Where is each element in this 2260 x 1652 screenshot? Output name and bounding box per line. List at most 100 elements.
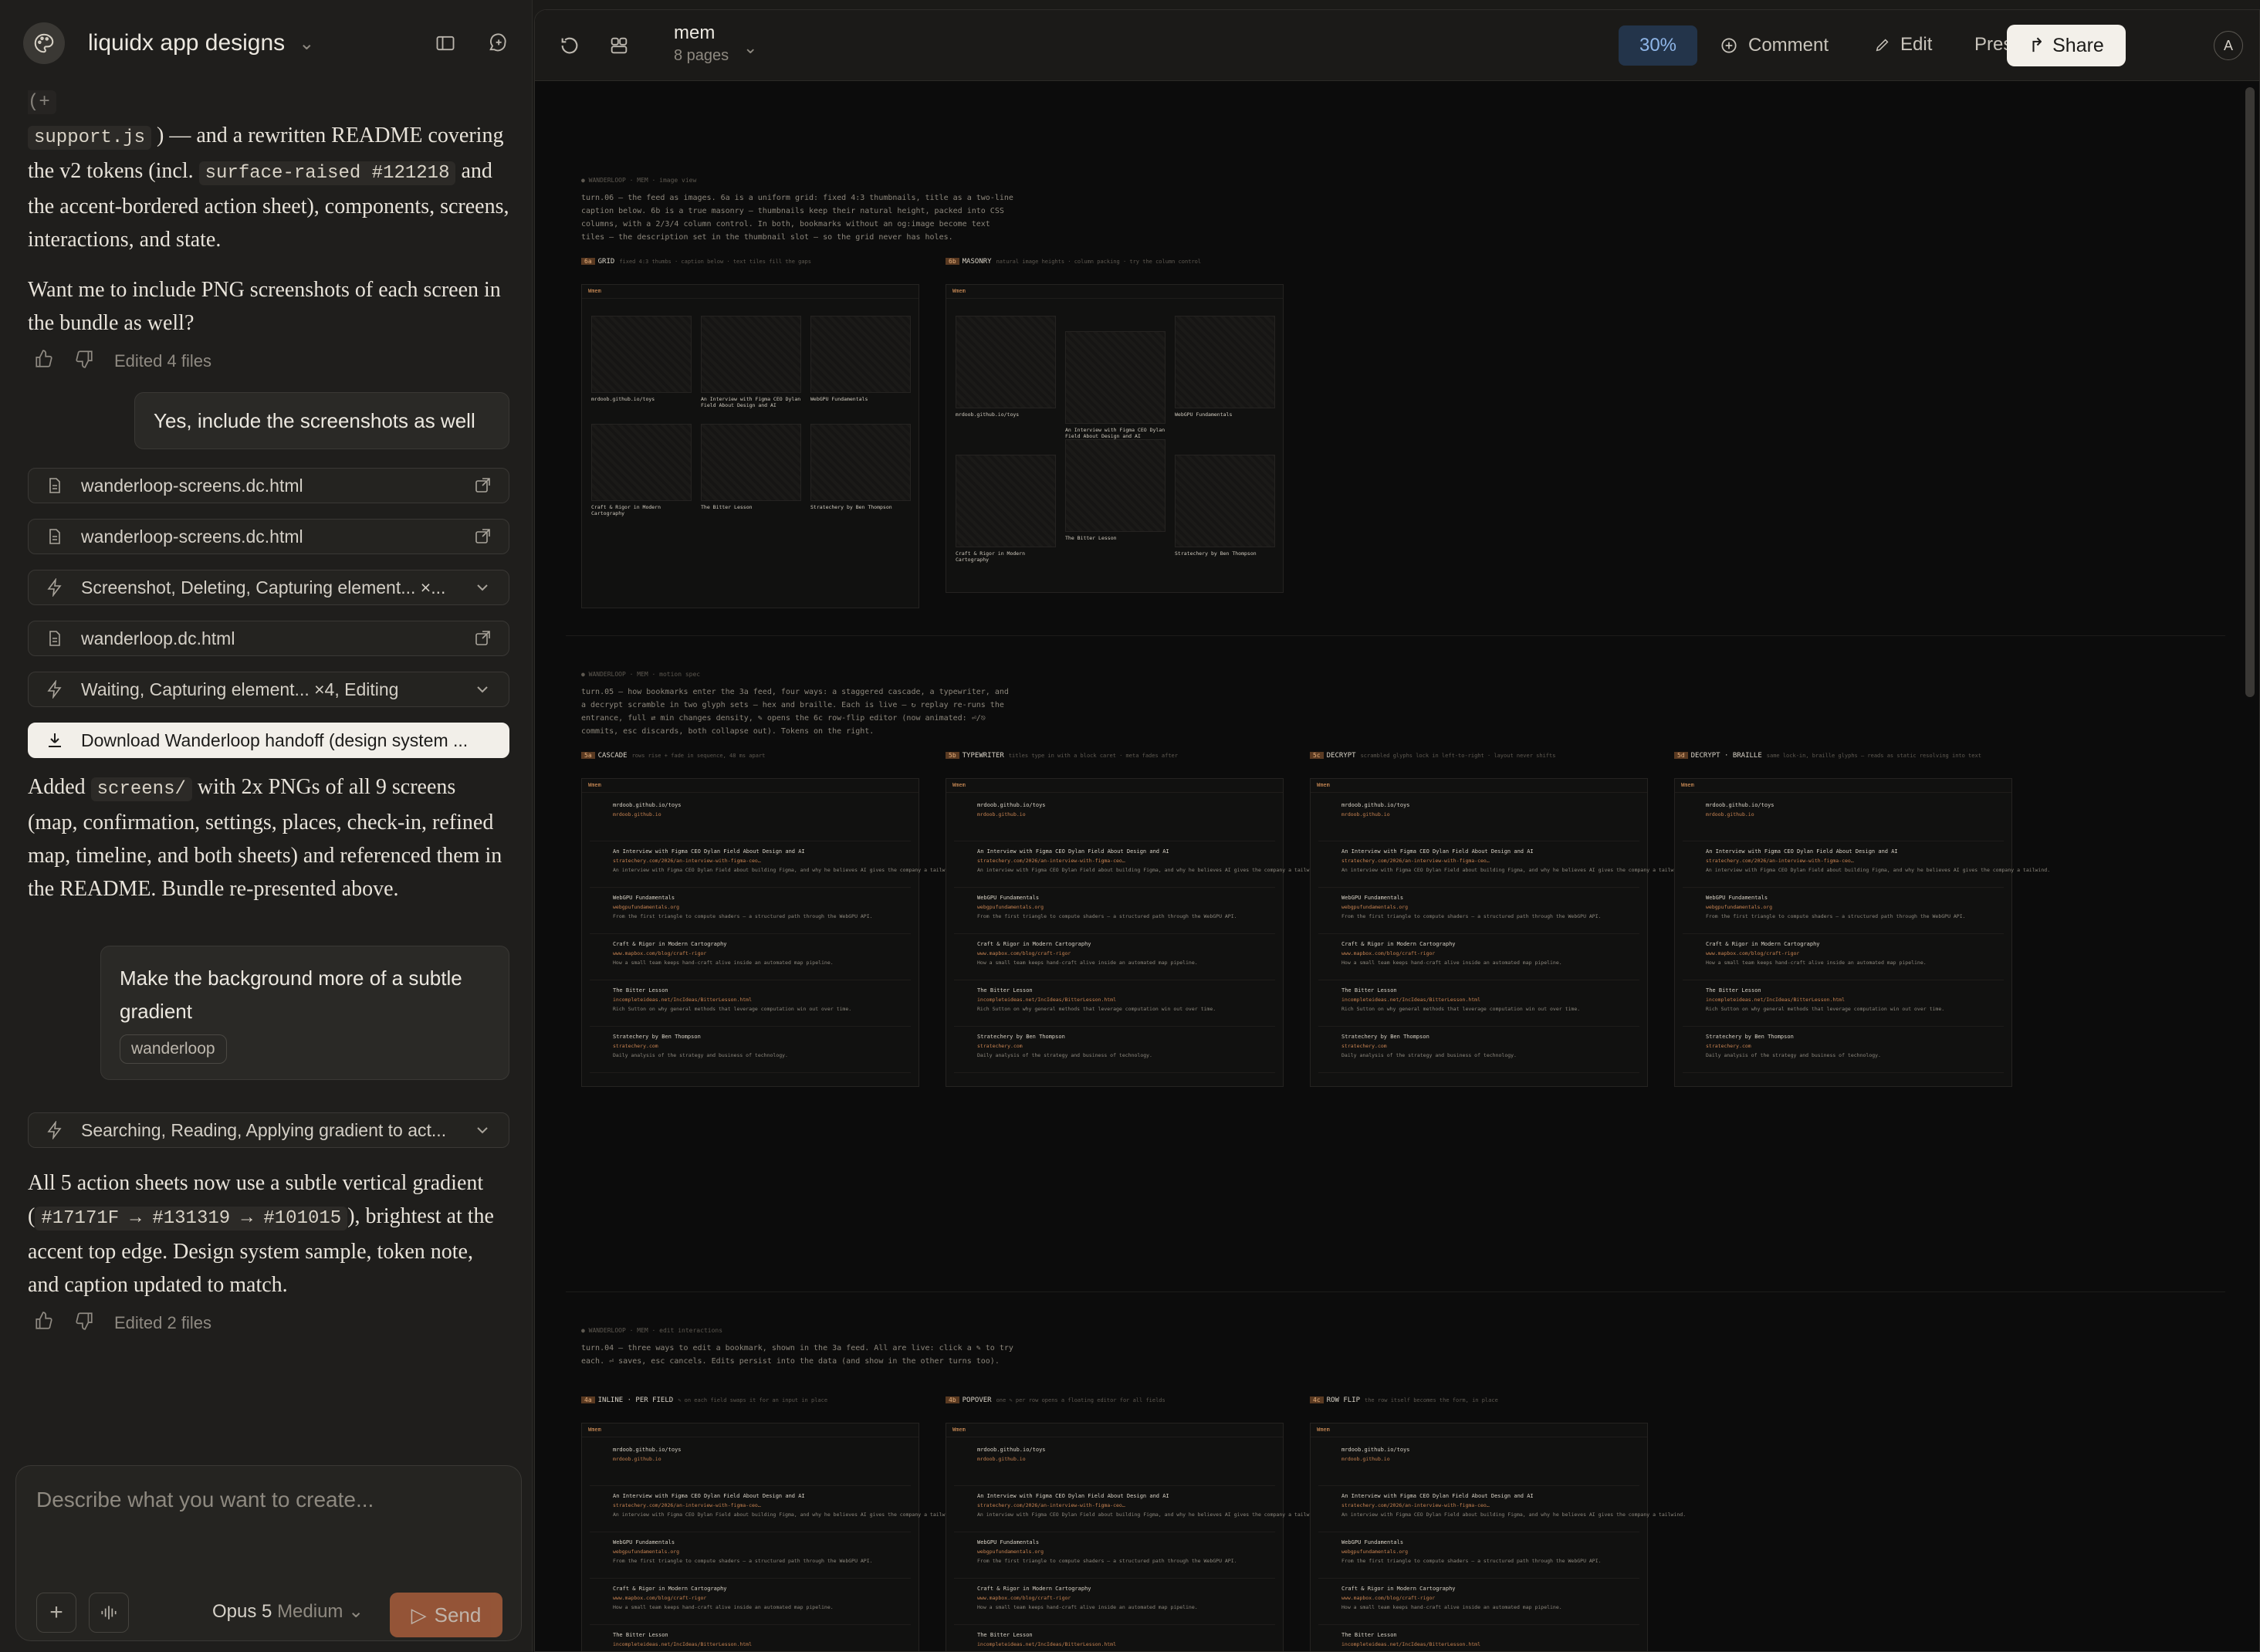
feed-row-url: incompleteideas.net/IncIdeas/BitterLesso… — [613, 997, 753, 1003]
download-handoff-button[interactable]: Download Wanderloop handoff (design syst… — [28, 723, 509, 758]
feed-row-title[interactable]: Craft & Rigor in Modern Cartography — [613, 941, 727, 947]
feed-row-title[interactable]: WebGPU Fundamentals — [1341, 895, 1403, 901]
prompt-input[interactable]: Describe what you want to create... — [36, 1488, 374, 1512]
feed-row-title[interactable]: WebGPU Fundamentals — [977, 895, 1039, 901]
attachment-item[interactable]: Waiting, Capturing element... ×4, Editin… — [28, 672, 509, 707]
thumbnail[interactable] — [701, 316, 801, 393]
feed-row-title[interactable]: An Interview with Figma CEO Dylan Field … — [613, 1493, 805, 1499]
feed-row-title[interactable]: The Bitter Lesson — [1341, 987, 1397, 994]
open-external-icon[interactable] — [473, 629, 492, 648]
screen-frame[interactable]: Wmem mrdoob.github.io/toys mrdoob.github.i… — [1310, 778, 1686, 1087]
feed-row-title[interactable]: The Bitter Lesson — [977, 1632, 1033, 1638]
feed-row-desc: From the first triangle to compute shade… — [1706, 913, 1966, 919]
project-name[interactable]: liquidx app designs — [88, 30, 285, 56]
feed-row-title[interactable]: Stratechery by Ben Thompson — [1341, 1034, 1429, 1040]
send-button[interactable]: ▷ Send — [390, 1593, 502, 1637]
feed-row-title[interactable]: The Bitter Lesson — [1341, 1632, 1397, 1638]
add-attachment-button[interactable]: + — [36, 1593, 76, 1633]
chevron-down-icon[interactable]: ⌄ — [299, 32, 314, 55]
feed-row-title[interactable]: The Bitter Lesson — [1706, 987, 1761, 994]
row-divider — [590, 1578, 911, 1579]
edit-btn[interactable]: Edit — [1874, 26, 1932, 63]
feed-row-title[interactable]: Craft & Rigor in Modern Cartography — [1706, 941, 1820, 947]
feed-row-title[interactable]: The Bitter Lesson — [613, 987, 668, 994]
feed-row-title[interactable]: mrdoob.github.io/toys — [1341, 1447, 1410, 1453]
code-surface: surface-raised #121218 — [198, 161, 456, 185]
screen-frame[interactable]: Wmem mrdoob.github.io/toys mrdoob.github.i… — [1674, 778, 2050, 1087]
feed-row-title[interactable]: An Interview with Figma CEO Dylan Field … — [1341, 1493, 1534, 1499]
feed-row-title[interactable]: mrdoob.github.io/toys — [977, 802, 1046, 808]
thumbnail[interactable] — [956, 316, 1056, 408]
feed-row-title[interactable]: Craft & Rigor in Modern Cartography — [1341, 1586, 1456, 1592]
feed-row-title[interactable]: An Interview with Figma CEO Dylan Field … — [1341, 848, 1534, 855]
feed-row-title[interactable]: mrdoob.github.io/toys — [977, 1447, 1046, 1453]
edited-files-label[interactable]: Edited 2 files — [114, 1313, 211, 1333]
feed-row-title[interactable]: WebGPU Fundamentals — [1706, 895, 1768, 901]
feed-row-title[interactable]: The Bitter Lesson — [613, 1632, 668, 1638]
screen-frame[interactable]: Wmem mrdoob.github.io/toys mrdoob.github.i… — [946, 778, 1321, 1087]
feed-row-title[interactable]: Craft & Rigor in Modern Cartography — [1341, 941, 1456, 947]
thumbnail[interactable] — [591, 424, 692, 501]
thumbnail[interactable] — [1065, 439, 1166, 532]
feed-row-title[interactable]: Craft & Rigor in Modern Cartography — [613, 1586, 727, 1592]
feed-row-title[interactable]: Stratechery by Ben Thompson — [1706, 1034, 1794, 1040]
thumbnail[interactable] — [810, 424, 911, 501]
voice-icon[interactable] — [89, 1593, 129, 1633]
chevron-down-icon[interactable] — [473, 680, 492, 699]
share-button[interactable]: ↱ Share — [2007, 25, 2126, 66]
thumbs-down-icon[interactable] — [74, 1311, 94, 1335]
feed-row-title[interactable]: Craft & Rigor in Modern Cartography — [977, 941, 1091, 947]
feed-row-title[interactable]: An Interview with Figma CEO Dylan Field … — [613, 848, 805, 855]
attachment-item[interactable]: wanderloop-screens.dc.html — [28, 468, 509, 503]
edited-files-label[interactable]: Edited 4 files — [114, 351, 211, 371]
feed-row-title[interactable]: mrdoob.github.io/toys — [613, 1447, 682, 1453]
thumbs-up-icon[interactable] — [34, 1311, 54, 1335]
frame-subtitle: the row itself becomes the form, in plac… — [1365, 1397, 1498, 1403]
feed-row-title[interactable]: mrdoob.github.io/toys — [1341, 802, 1410, 808]
feed-row-title[interactable]: mrdoob.github.io/toys — [1706, 802, 1775, 808]
thumbs-up-icon[interactable] — [34, 349, 54, 374]
screen-frame[interactable]: Wmem mrdoob.github.io/toys mrdoob.github.i… — [946, 1423, 1321, 1651]
screen-frame[interactable]: Wmem mrdoob.github.io/toys mrdoob.github.i… — [581, 1423, 957, 1651]
feed-row-title[interactable]: WebGPU Fundamentals — [1341, 1539, 1403, 1545]
feed-row-title[interactable]: WebGPU Fundamentals — [977, 1539, 1039, 1545]
feed-row-title[interactable]: An Interview with Figma CEO Dylan Field … — [977, 848, 1169, 855]
open-external-icon[interactable] — [473, 527, 492, 546]
feed-row-title[interactable]: An Interview with Figma CEO Dylan Field … — [1706, 848, 1898, 855]
thumbnail[interactable] — [1175, 316, 1275, 408]
thumbs-down-icon[interactable] — [74, 349, 94, 374]
feed-row-title[interactable]: Stratechery by Ben Thompson — [977, 1034, 1065, 1040]
chevron-down-icon[interactable] — [473, 578, 492, 597]
screen-frame[interactable]: Wmem mrdoob.github.io/toys An Interview wi… — [581, 284, 919, 608]
palette-icon[interactable] — [23, 22, 65, 64]
thumbnail[interactable] — [1065, 331, 1166, 424]
feed-row-title[interactable]: An Interview with Figma CEO Dylan Field … — [977, 1493, 1169, 1499]
thumbnail[interactable] — [810, 316, 911, 393]
thumbnail[interactable] — [591, 316, 692, 393]
feed-row-title[interactable]: The Bitter Lesson — [977, 987, 1033, 994]
screen-frame[interactable]: Wmem mrdoob.github.io/toys An Interview wi… — [946, 284, 1284, 593]
thumbnail[interactable] — [701, 424, 801, 501]
screen-frame[interactable]: Wmem mrdoob.github.io/toys mrdoob.github.i… — [1310, 1423, 1686, 1651]
activity-gradient[interactable]: Searching, Reading, Applying gradient to… — [28, 1112, 509, 1148]
thumbnail[interactable] — [956, 455, 1056, 547]
thumbnail[interactable] — [1175, 455, 1275, 547]
new-chat-icon[interactable] — [486, 32, 509, 55]
attachment-item[interactable]: wanderloop-screens.dc.html — [28, 519, 509, 554]
account-avatar[interactable]: A — [2214, 31, 2243, 60]
context-chip[interactable]: wanderloop — [120, 1034, 227, 1064]
feed-row-title[interactable]: WebGPU Fundamentals — [613, 1539, 675, 1545]
chevron-down-icon: ⌄ — [348, 1601, 364, 1622]
frame-subtitle: ✎ on each field swaps it for an input in… — [678, 1397, 828, 1403]
feed-row-title[interactable]: mrdoob.github.io/toys — [613, 802, 682, 808]
sidebar-toggle-icon[interactable] — [434, 32, 457, 55]
open-external-icon[interactable] — [473, 476, 492, 495]
attachment-item[interactable]: Screenshot, Deleting, Capturing element.… — [28, 570, 509, 605]
section-crumb: ● WANDERLOOP · MEM · image view — [581, 177, 697, 184]
attachment-item[interactable]: wanderloop.dc.html — [28, 621, 509, 656]
feed-row-title[interactable]: Craft & Rigor in Modern Cartography — [977, 1586, 1091, 1592]
feed-row-title[interactable]: WebGPU Fundamentals — [613, 895, 675, 901]
model-selector[interactable]: Opus 5 Medium ⌄ — [212, 1600, 364, 1623]
screen-frame[interactable]: Wmem mrdoob.github.io/toys mrdoob.github.i… — [581, 778, 957, 1087]
feed-row-title[interactable]: Stratechery by Ben Thompson — [613, 1034, 701, 1040]
